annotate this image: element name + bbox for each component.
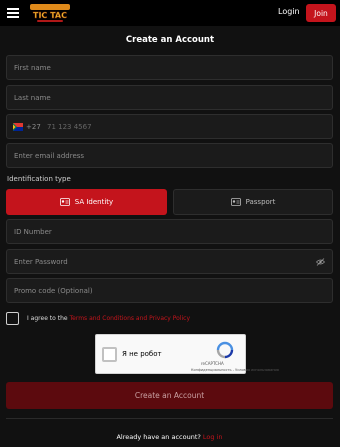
log-in-link[interactable]: Log in xyxy=(203,433,223,441)
terms-checkbox[interactable] xyxy=(6,312,19,325)
phone-prefix: +27 xyxy=(26,123,41,131)
promo-code-placeholder: Promo code (Optional) xyxy=(14,287,93,295)
phone-placeholder: 71 123 4567 xyxy=(47,123,92,131)
south-africa-flag-icon[interactable] xyxy=(13,123,23,131)
hamburger-menu-icon[interactable] xyxy=(7,8,19,18)
first-name-placeholder: First name xyxy=(14,64,51,72)
id-number-input[interactable]: ID Number xyxy=(6,219,333,244)
last-name-placeholder: Last name xyxy=(14,94,51,102)
page-title: Create an Account xyxy=(125,35,215,45)
recaptcha-logo-icon xyxy=(216,341,234,359)
already-have-account-text: Already have an account? Log in xyxy=(6,433,333,441)
password-placeholder: Enter Password xyxy=(14,258,68,266)
first-name-input[interactable]: First name xyxy=(6,55,333,80)
phone-input[interactable]: +27 71 123 4567 xyxy=(6,114,333,139)
promo-code-input[interactable]: Promo code (Optional) xyxy=(6,278,333,303)
id-type-sa-identity-button[interactable]: SA Identity xyxy=(6,189,167,215)
passport-icon xyxy=(230,198,241,206)
divider xyxy=(6,418,333,419)
id-type-label: Identification type xyxy=(7,175,71,183)
create-account-button[interactable]: Create an Account xyxy=(6,382,333,409)
eye-off-icon[interactable] xyxy=(316,258,325,266)
logo-text: TIC TAC xyxy=(33,11,67,20)
terms-text: I agree to the Terms and Conditions and … xyxy=(27,315,190,322)
recaptcha-privacy-link[interactable]: Конфиденциальность - Условия использован… xyxy=(191,368,279,372)
recaptcha-brand: reCAPTCHA xyxy=(201,361,224,366)
brand-logo[interactable]: TIC TAC xyxy=(29,2,71,24)
recaptcha-label: Я не робот xyxy=(122,350,162,358)
email-placeholder: Enter email address xyxy=(14,152,85,160)
already-have-account-label: Already have an account? xyxy=(116,433,201,441)
top-bar: TIC TAC Login Join xyxy=(0,0,340,26)
last-name-input[interactable]: Last name xyxy=(6,85,333,110)
terms-prefix: I agree to the xyxy=(27,315,68,322)
id-card-icon xyxy=(59,198,70,206)
id-type-sa-identity-label: SA Identity xyxy=(74,198,114,206)
recaptcha-widget: Я не робот reCAPTCHA Конфиденциальность … xyxy=(95,334,279,374)
id-number-placeholder: ID Number xyxy=(14,228,52,236)
recaptcha-checkbox[interactable] xyxy=(102,347,117,362)
id-type-passport-button[interactable]: Passport xyxy=(173,189,333,215)
join-button[interactable]: Join xyxy=(306,4,336,22)
id-type-passport-label: Passport xyxy=(245,198,276,206)
login-link[interactable]: Login xyxy=(278,7,300,16)
password-input[interactable]: Enter Password xyxy=(6,249,333,274)
email-input[interactable]: Enter email address xyxy=(6,143,333,168)
terms-link[interactable]: Terms and Conditions and Privacy Policy xyxy=(70,315,191,322)
